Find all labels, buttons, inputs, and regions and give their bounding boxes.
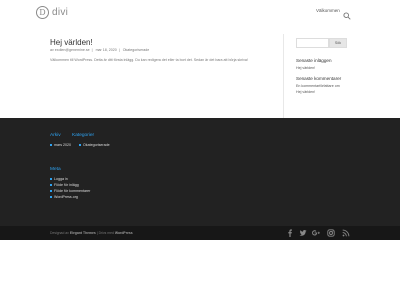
facebook-icon[interactable]	[286, 229, 294, 237]
post-category[interactable]: Okategoriserade	[123, 48, 150, 52]
sidebar-search-input[interactable]	[296, 38, 329, 48]
footer-bottom-bar: Designad av Elegant Themes | Drivs med W…	[0, 226, 400, 240]
footer-category-item[interactable]: Okategoriserade	[79, 143, 110, 147]
footer-archive-title: Arkiv	[50, 133, 61, 138]
search-icon[interactable]	[343, 7, 351, 20]
footer-meta-title: Meta	[50, 167, 61, 172]
recent-comment-author[interactable]: En kommentarförfattare om	[296, 84, 340, 88]
site-logo[interactable]: D divi	[36, 5, 68, 19]
elegant-themes-link[interactable]: Elegant Themes	[70, 231, 96, 235]
recent-comments-title: Senaste kommentarer	[296, 76, 342, 81]
footer-meta-comments-feed[interactable]: Flöde för kommentarer	[50, 189, 90, 193]
recent-comment-post[interactable]: Hej världen!	[296, 90, 315, 94]
site-footer: Arkiv mars 2020 Kategorier Okategorisera…	[0, 118, 400, 226]
twitter-icon[interactable]	[299, 229, 307, 237]
main-content: Hej världen! av exdien@genemine.se | mar …	[0, 24, 400, 118]
recent-posts-title: Senaste inläggen	[296, 58, 332, 63]
site-header: D divi Välkommen	[0, 0, 400, 24]
rss-icon[interactable]	[342, 229, 350, 237]
post-title[interactable]: Hej världen!	[50, 38, 93, 47]
footer-meta-login[interactable]: Logga in	[50, 177, 68, 181]
post-excerpt: Välkommen till WordPress. Detta är ditt …	[50, 58, 248, 62]
footer-archive-item[interactable]: mars 2020	[50, 143, 71, 147]
instagram-icon[interactable]	[327, 229, 335, 237]
post-date: mar 18, 2020	[95, 48, 117, 52]
footer-categories-title: Kategorier	[72, 133, 95, 138]
sidebar-search-button[interactable]: Sök	[329, 38, 347, 48]
google-plus-icon[interactable]	[312, 229, 320, 237]
logo-mark: D	[36, 5, 49, 19]
post-author[interactable]: av exdien@genemine.se	[50, 48, 90, 52]
footer-meta-posts-feed[interactable]: Flöde för inlägg	[50, 183, 79, 187]
wordpress-link[interactable]: WordPress	[115, 231, 133, 235]
footer-meta-wordpress-org[interactable]: WordPress.org	[50, 195, 78, 199]
nav-item-valkommen[interactable]: Välkommen	[316, 8, 340, 13]
footer-credits: Designad av Elegant Themes | Drivs med W…	[50, 231, 133, 235]
logo-text: divi	[52, 6, 69, 18]
sidebar-divider	[283, 34, 284, 118]
recent-post-link[interactable]: Hej världen!	[296, 66, 315, 70]
post-meta: av exdien@genemine.se | mar 18, 2020 | Oka…	[50, 48, 150, 52]
